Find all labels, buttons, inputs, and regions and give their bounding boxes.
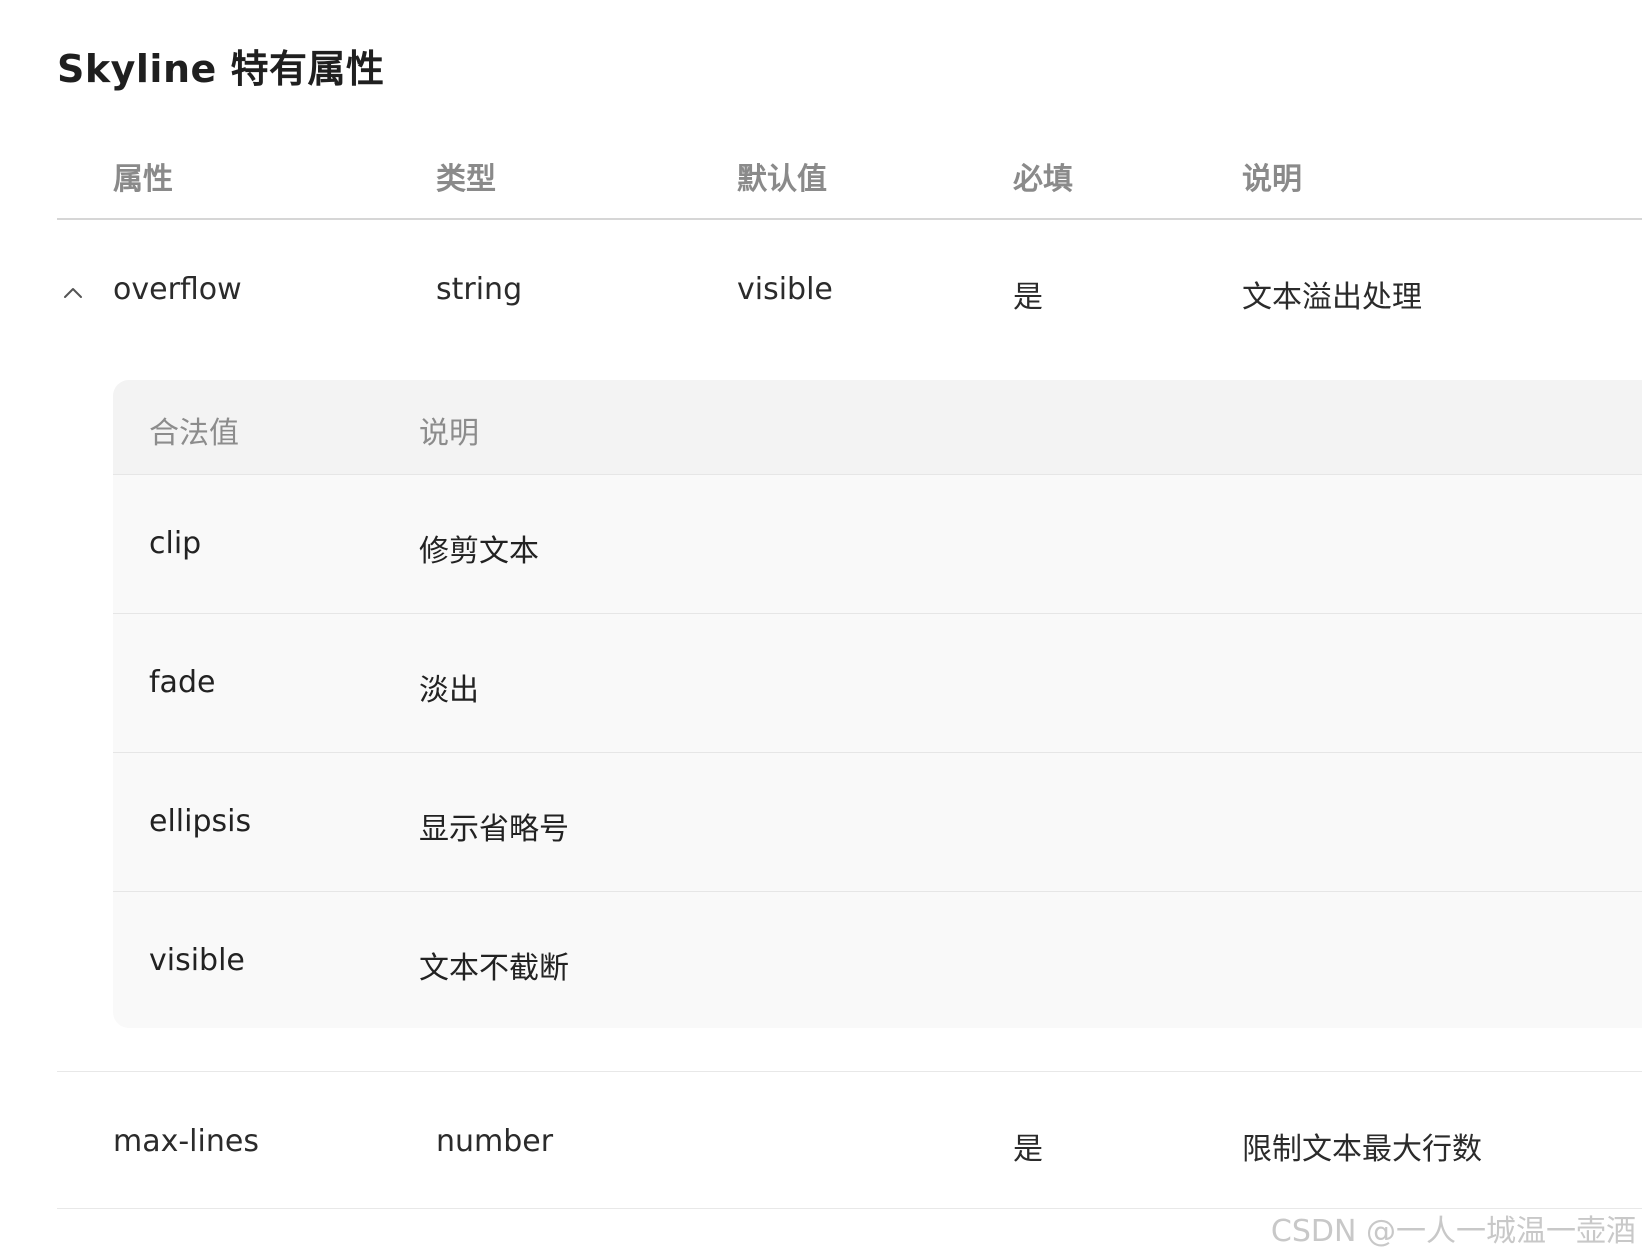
header-default: 默认值 — [737, 162, 827, 197]
sub-cell-value: clip — [149, 526, 202, 561]
header-required: 必填 — [1013, 162, 1073, 197]
sub-header-description: 说明 — [419, 416, 479, 451]
cell-description: 限制文本最大行数 — [1242, 1132, 1482, 1167]
header-type: 类型 — [436, 162, 496, 197]
cell-required: 是 — [1013, 1132, 1043, 1167]
cell-description: 文本溢出处理 — [1242, 280, 1422, 315]
header-description: 说明 — [1242, 162, 1302, 197]
sub-divider — [113, 891, 1642, 892]
cell-type: number — [436, 1124, 554, 1159]
sub-cell-value: ellipsis — [149, 804, 252, 839]
cell-default: visible — [737, 272, 833, 307]
sub-table-header: 合法值 说明 — [113, 380, 1642, 474]
sub-header-value: 合法值 — [149, 416, 239, 451]
cell-type: string — [436, 272, 523, 307]
cell-attribute: overflow — [113, 272, 242, 307]
sub-divider — [113, 752, 1642, 753]
chevron-up-icon[interactable] — [60, 280, 86, 306]
section-title: Skyline 特有属性 — [57, 47, 385, 91]
sub-cell-description: 淡出 — [419, 673, 479, 708]
header-attribute: 属性 — [113, 162, 173, 197]
header-divider — [57, 218, 1642, 220]
watermark-text: CSDN @一人一城温一壶酒 — [1270, 1214, 1636, 1249]
sub-cell-description: 文本不截断 — [419, 951, 569, 986]
sub-cell-value: fade — [149, 665, 216, 700]
sub-cell-value: visible — [149, 943, 245, 978]
sub-divider — [113, 613, 1642, 614]
allowed-values-panel: 合法值 说明 clip 修剪文本 fade 淡出 ellipsis 显示省略号 … — [113, 380, 1642, 1028]
cell-required: 是 — [1013, 280, 1043, 315]
sub-divider — [113, 474, 1642, 475]
sub-cell-description: 修剪文本 — [419, 534, 539, 569]
cell-attribute: max-lines — [113, 1124, 259, 1159]
sub-cell-description: 显示省略号 — [419, 812, 569, 847]
row-divider — [57, 1071, 1642, 1072]
